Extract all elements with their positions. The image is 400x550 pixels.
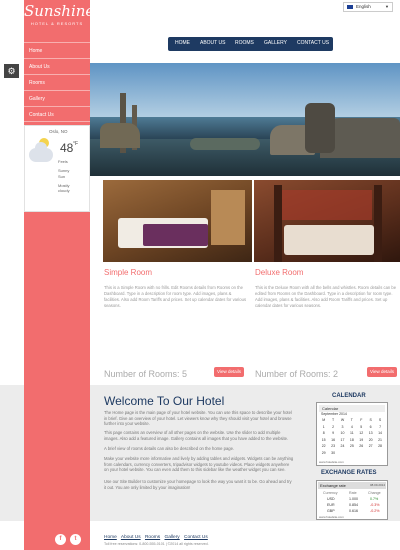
weather-widget: Oslo, NO 48 °F Feels Sunny Sun Mostly cl… xyxy=(24,125,90,212)
top-nav-home[interactable]: HOME xyxy=(175,40,190,46)
copyright: Toll free reservations: 0-800-555-0101 |… xyxy=(104,542,209,546)
side-nav-rooms[interactable]: Rooms xyxy=(24,74,90,90)
room-title[interactable]: Deluxe Room xyxy=(255,268,303,277)
language-select[interactable]: English ▼ xyxy=(343,2,393,12)
calendar-day[interactable] xyxy=(338,450,347,457)
room-description: This is the Deluxe Room with all the bel… xyxy=(255,285,397,308)
welcome-paragraph: A brief view of rooms details can also b… xyxy=(104,446,235,451)
view-details-button[interactable]: View details xyxy=(367,367,397,377)
top-nav-about[interactable]: ABOUT US xyxy=(200,40,225,46)
calendar-label: Calendar xyxy=(319,405,385,412)
top-nav-rooms[interactable]: ROOMS xyxy=(235,40,254,46)
logo-tagline: HOTEL & RESORTS xyxy=(30,21,84,26)
top-nav-gallery[interactable]: GALLERY xyxy=(264,40,287,46)
welcome-paragraph: Use our Site Builder to customize your h… xyxy=(104,479,292,490)
welcome-paragraph: This page contains an overview of all ot… xyxy=(104,430,289,441)
calendar-day[interactable] xyxy=(357,450,366,457)
calendar-day[interactable] xyxy=(375,450,384,457)
weather-cloud-icon xyxy=(29,142,53,162)
gear-icon[interactable]: ⚙ xyxy=(4,64,19,78)
rooms-count: Number of Rooms: 5 xyxy=(104,369,188,379)
logo-name: Sunshine xyxy=(24,2,95,20)
top-nav: HOME ABOUT US ROOMS GALLERY CONTACT US xyxy=(168,37,333,51)
language-selected: English xyxy=(356,4,371,9)
calendar-title: CALENDAR xyxy=(332,393,366,399)
weather-day: Sunny xyxy=(58,168,70,173)
weather-temperature: 48 xyxy=(60,141,74,155)
sidebar xyxy=(24,385,90,521)
calendar-day[interactable] xyxy=(347,450,356,457)
room-title[interactable]: Simple Room xyxy=(104,268,152,277)
flag-icon xyxy=(347,5,353,9)
calendar-grid: M T W T F S S 1234567 8 9 10 11 12 13 14 15 16 1… xyxy=(319,417,385,456)
weather-label: Feels xyxy=(58,159,68,164)
chevron-down-icon: ▼ xyxy=(385,4,389,9)
side-nav-contact[interactable]: Contact Us xyxy=(24,106,90,122)
hero-slider-image[interactable] xyxy=(90,63,400,176)
calendar-day[interactable] xyxy=(366,450,375,457)
site-logo[interactable]: Sunshine HOTEL & RESORTS xyxy=(24,2,95,27)
side-nav-home[interactable]: Home xyxy=(24,42,90,58)
calendar-footer[interactable]: www.hotelsite.com xyxy=(319,460,344,464)
weather-condition: cloudy xyxy=(58,188,70,193)
view-details-button[interactable]: View details xyxy=(214,367,244,377)
deluxe-room-image[interactable] xyxy=(254,180,400,262)
side-nav-about[interactable]: About Us xyxy=(24,58,90,74)
welcome-title: Welcome To Our Hotel xyxy=(104,394,225,408)
rooms-count: Number of Rooms: 2 xyxy=(255,369,339,379)
twitter-icon[interactable]: t xyxy=(70,534,81,545)
calendar-week: 29 30 xyxy=(319,450,385,457)
welcome-paragraph: Make your website more informative and l… xyxy=(104,456,294,473)
simple-room-image[interactable] xyxy=(103,180,252,262)
calendar-day[interactable]: 29 xyxy=(319,450,328,457)
calendar-month: September 2014 xyxy=(321,412,347,416)
weather-unit: °F xyxy=(73,141,79,147)
calendar-widget: Calendar September 2014 M T W T F S S 12… xyxy=(316,402,388,466)
calendar-day[interactable]: 30 xyxy=(328,450,337,457)
footer-link-rooms[interactable]: Rooms xyxy=(145,535,160,540)
exchange-widget: Exchange rate 08.09.2014 Currency Rate C… xyxy=(316,480,388,520)
exchange-date: 08.09.2014 xyxy=(369,483,385,487)
footer-link-home[interactable]: Home xyxy=(104,535,117,540)
weather-location: Oslo, NO xyxy=(49,129,68,134)
footer-links: Home About Us Rooms Gallery Contact Us xyxy=(104,535,211,540)
top-nav-contact[interactable]: CONTACT US xyxy=(297,40,329,46)
footer-link-contact[interactable]: Contact Us xyxy=(184,535,208,540)
exchange-title: EXCHANGE RATES xyxy=(321,470,377,476)
footer-link-about[interactable]: About Us xyxy=(121,535,141,540)
welcome-paragraph: The Home page is the main page of your h… xyxy=(104,410,292,427)
facebook-icon[interactable]: f xyxy=(55,534,66,545)
footer-link-gallery[interactable]: Gallery xyxy=(165,535,180,540)
side-nav: Home About Us Rooms Gallery Contact Us xyxy=(24,42,90,122)
side-nav-gallery[interactable]: Gallery xyxy=(24,90,90,106)
weather-day: Sun xyxy=(58,174,66,179)
exchange-footer[interactable]: www.hotelsite.com xyxy=(319,515,344,519)
room-description: This is a Simple Room with no frills. Ed… xyxy=(104,285,247,308)
